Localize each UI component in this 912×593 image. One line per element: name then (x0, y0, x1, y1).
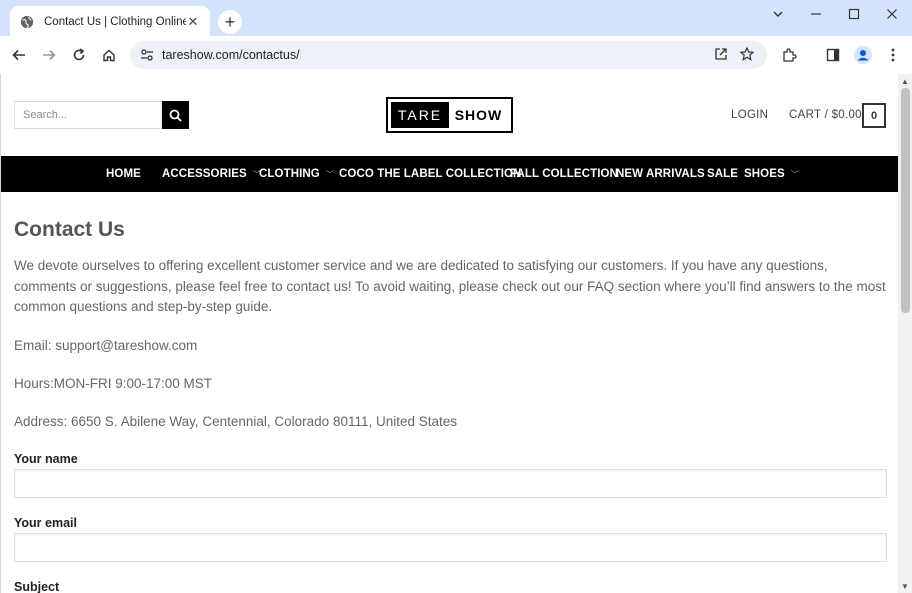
forward-icon[interactable] (38, 44, 60, 66)
search-button[interactable] (162, 101, 189, 129)
maximize-icon[interactable] (844, 4, 864, 24)
address-bar[interactable]: tareshow.com/contactus/ (130, 41, 767, 69)
globe-icon (20, 15, 34, 29)
scrollbar-thumb[interactable] (901, 88, 910, 313)
nav-item-clothing[interactable]: CLOTHING ﹀ (259, 156, 334, 192)
bookmark-star-icon[interactable] (736, 43, 758, 65)
name-label: Your name (14, 452, 78, 466)
share-icon[interactable] (710, 43, 732, 65)
site-logo[interactable]: TARE SHOW (386, 97, 513, 133)
contact-hours: Hours:MON-FRI 9:00-17:00 MST (14, 376, 213, 391)
new-tab-button[interactable]: + (218, 10, 242, 34)
browser-titlebar: Contact Us | Clothing Online ✕ + (0, 0, 912, 38)
cart-count-badge[interactable]: 0 (862, 103, 886, 128)
more-menu-icon[interactable] (882, 44, 904, 66)
email-label: Your email (14, 516, 77, 530)
browser-toolbar: tareshow.com/contactus/ (0, 36, 912, 74)
scroll-up-icon[interactable]: ▲ (898, 74, 912, 88)
scroll-down-icon[interactable]: ▼ (898, 579, 912, 593)
logo-part-left: TARE (391, 102, 449, 128)
page-scrollbar[interactable]: ▲ ▼ (898, 74, 912, 593)
subject-label: Subject (14, 580, 60, 593)
home-icon[interactable] (98, 44, 120, 66)
login-link[interactable]: LOGIN (731, 109, 768, 121)
search-input[interactable]: Search... (14, 101, 162, 129)
logo-part-right: SHOW (454, 107, 503, 123)
site-search: Search... (14, 101, 189, 129)
search-icon (169, 109, 182, 122)
intro-paragraph: We devote ourselves to offering excellen… (14, 258, 886, 315)
tab-search-icon[interactable] (768, 4, 788, 24)
main-navigation: HOME ACCESSORIES ﹀ CLOTHING ﹀ COCO THE LAB… (1, 156, 898, 192)
contact-address: Address: 6650 S. Abilene Way, Centennial… (14, 414, 458, 429)
browser-tab[interactable]: Contact Us | Clothing Online ✕ (10, 6, 210, 38)
chevron-down-icon: ﹀ (325, 169, 334, 179)
page-title: Contact Us (14, 218, 125, 241)
chevron-down-icon: ﹀ (790, 169, 799, 179)
name-field[interactable] (14, 469, 887, 498)
web-page: Search... TARE SHOW LOGIN CART / $0.00 0… (0, 74, 898, 593)
reload-icon[interactable] (68, 44, 90, 66)
minimize-icon[interactable] (806, 4, 826, 24)
nav-item-fall-collection[interactable]: FALL COLLECTION (510, 156, 618, 192)
email-field[interactable] (14, 533, 887, 562)
tab-close-icon[interactable]: ✕ (186, 14, 200, 30)
site-info-icon[interactable] (140, 48, 154, 62)
close-window-icon[interactable] (882, 4, 902, 24)
back-icon[interactable] (8, 44, 30, 66)
nav-item-home[interactable]: HOME (106, 156, 141, 192)
nav-item-sale[interactable]: SALE (707, 156, 738, 192)
tab-title: Contact Us | Clothing Online (44, 16, 186, 28)
contact-email: Email: support@tareshow.com (14, 338, 198, 353)
nav-item-new-arrivals[interactable]: NEW ARRIVALS (616, 156, 705, 192)
nav-item-shoes[interactable]: SHOES ﹀ (744, 156, 799, 192)
nav-item-accessories[interactable]: ACCESSORIES ﹀ (162, 156, 261, 192)
profile-avatar-icon[interactable] (852, 44, 874, 66)
extensions-icon[interactable] (778, 44, 800, 66)
nav-item-coco-collection[interactable]: COCO THE LABEL COLLECTION (339, 156, 521, 192)
url-text[interactable]: tareshow.com/contactus/ (162, 48, 300, 62)
side-panel-icon[interactable] (822, 44, 844, 66)
cart-link[interactable]: CART / $0.00 (789, 109, 862, 121)
